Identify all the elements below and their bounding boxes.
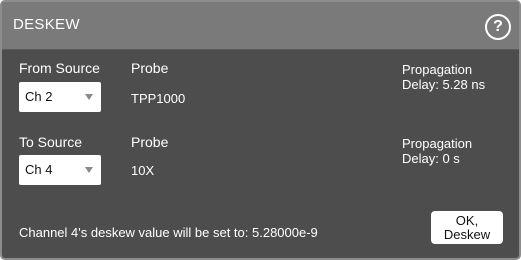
from-source-value: Ch 2 (25, 89, 53, 104)
to-source-label: To Source (19, 134, 83, 150)
chevron-down-icon (85, 167, 93, 173)
from-probe-value: TPP1000 (131, 91, 186, 106)
to-probe-value: 10X (131, 163, 155, 178)
from-propagation-value: Delay: 5.28 ns (402, 77, 486, 92)
deskew-dialog: DESKEW ? From Source Probe Ch 2 TPP1000 … (0, 0, 521, 260)
ok-button-label-line2: Deskew (443, 227, 491, 242)
to-propagation-label: Propagation (402, 136, 473, 151)
to-probe-label: Probe (131, 134, 169, 150)
ok-deskew-button[interactable]: OK, Deskew (431, 211, 503, 244)
to-propagation-delay: Propagation Delay: 0 s (402, 136, 472, 166)
from-source-label: From Source (19, 60, 100, 76)
ok-button-label-line1: OK, (455, 213, 479, 228)
chevron-down-icon (85, 94, 93, 100)
to-propagation-value: Delay: 0 s (402, 151, 460, 166)
title-bar: DESKEW ? (2, 2, 519, 50)
from-propagation-label: Propagation (402, 62, 473, 77)
help-icon[interactable]: ? (485, 14, 511, 40)
deskew-status-text: Channel 4's deskew value will be set to:… (19, 225, 318, 240)
from-source-dropdown[interactable]: Ch 2 (19, 82, 101, 112)
to-source-dropdown[interactable]: Ch 4 (19, 155, 101, 185)
to-source-value: Ch 4 (25, 162, 53, 177)
dialog-title: DESKEW (13, 16, 80, 33)
from-propagation-delay: Propagation Delay: 5.28 ns (402, 62, 485, 92)
from-probe-label: Probe (131, 60, 169, 76)
